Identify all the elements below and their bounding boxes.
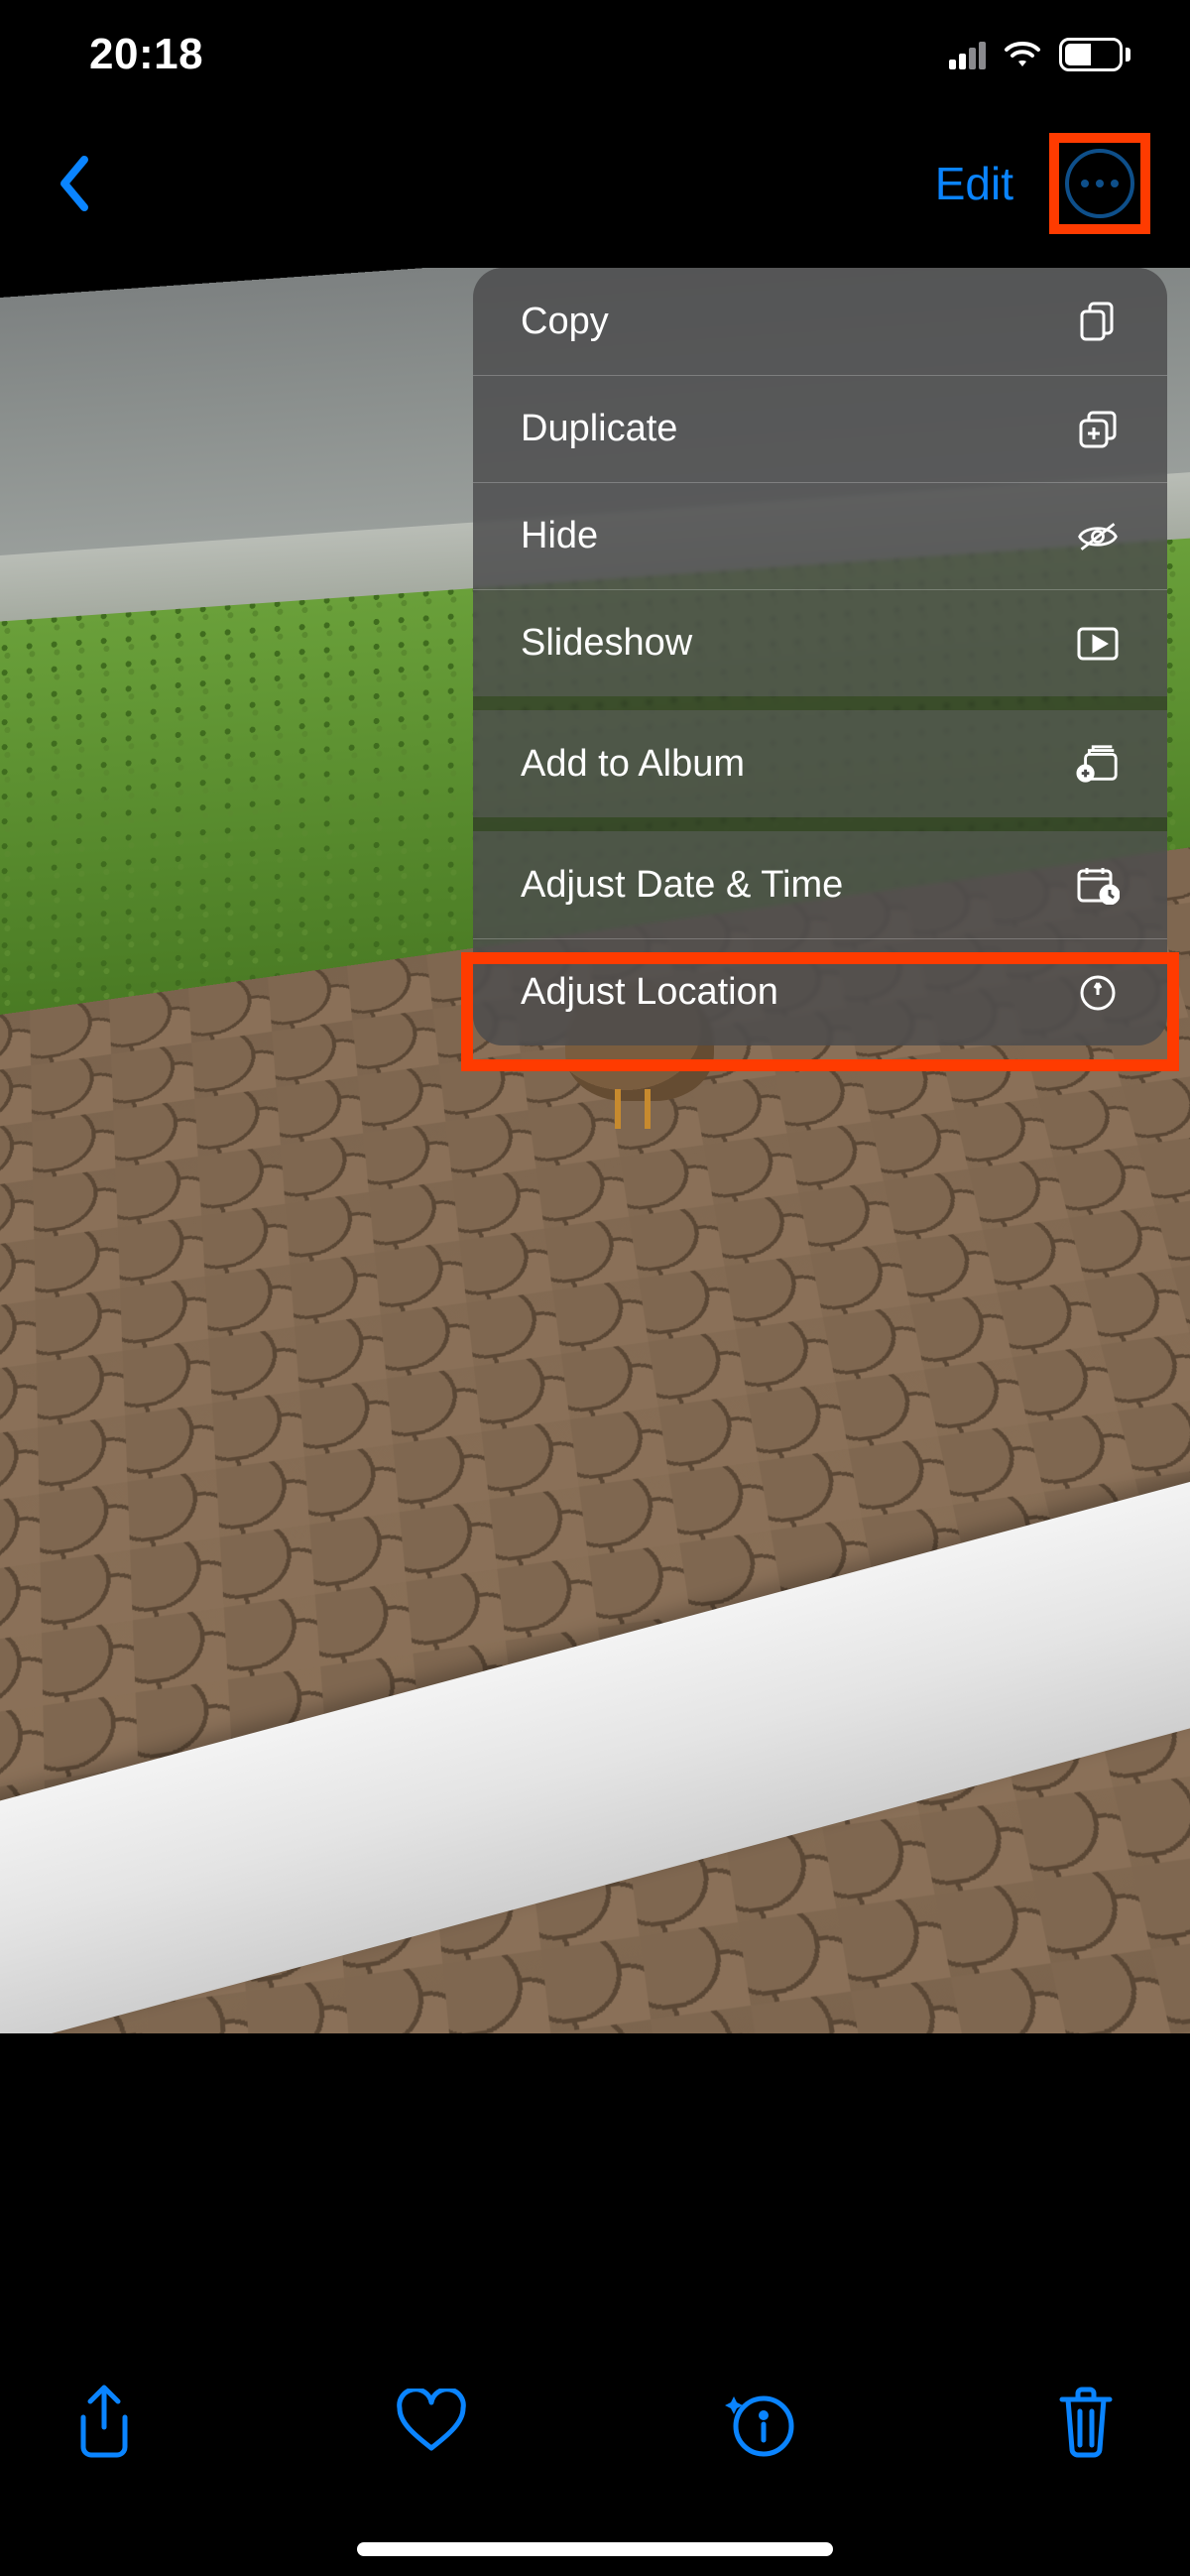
status-time: 20:18 [89,30,203,79]
context-menu: Copy Duplicate Hide [473,268,1167,1045]
info-button[interactable] [719,2383,798,2462]
menu-item-label: Slideshow [521,622,692,665]
bottom-toolbar [0,2323,1190,2521]
menu-item-label: Adjust Location [521,971,778,1014]
menu-item-label: Copy [521,301,609,343]
share-button[interactable] [64,2383,144,2462]
back-button[interactable] [40,149,109,218]
battery-icon: 45 [1059,38,1130,71]
menu-item-adjust-datetime[interactable]: Adjust Date & Time [473,831,1167,938]
chevron-left-icon [57,154,92,213]
calendar-clock-icon [1076,863,1120,907]
menu-item-label: Duplicate [521,408,677,450]
duplicate-icon [1076,408,1120,451]
edit-button[interactable]: Edit [935,157,1013,210]
menu-item-add-to-album[interactable]: Add to Album [473,710,1167,817]
album-add-icon [1076,742,1120,786]
more-button[interactable] [1065,149,1134,218]
copy-icon [1076,300,1120,343]
trash-icon [1056,2386,1116,2459]
status-bar: 20:18 45 [0,0,1190,109]
location-pin-icon [1076,971,1120,1015]
ellipsis-icon [1081,180,1089,187]
menu-item-label: Adjust Date & Time [521,864,843,907]
info-sparkle-icon [720,2387,797,2458]
menu-item-copy[interactable]: Copy [473,268,1167,375]
menu-item-slideshow[interactable]: Slideshow [473,589,1167,696]
nav-bar: Edit [0,109,1190,258]
menu-item-hide[interactable]: Hide [473,482,1167,589]
play-rect-icon [1076,622,1120,666]
share-icon [73,2384,135,2461]
menu-item-label: Hide [521,515,598,557]
heart-icon [394,2389,469,2456]
delete-button[interactable] [1046,2383,1126,2462]
wifi-icon [1002,39,1043,70]
menu-item-label: Add to Album [521,743,745,786]
highlight-more-button [1049,133,1150,234]
eye-off-icon [1076,515,1120,558]
battery-percent: 45 [1078,41,1105,68]
cellular-signal-icon [949,40,986,69]
menu-item-adjust-location[interactable]: Adjust Location [473,938,1167,1045]
favorite-button[interactable] [392,2383,471,2462]
status-right: 45 [949,38,1130,71]
menu-item-duplicate[interactable]: Duplicate [473,375,1167,482]
home-indicator [357,2542,833,2556]
